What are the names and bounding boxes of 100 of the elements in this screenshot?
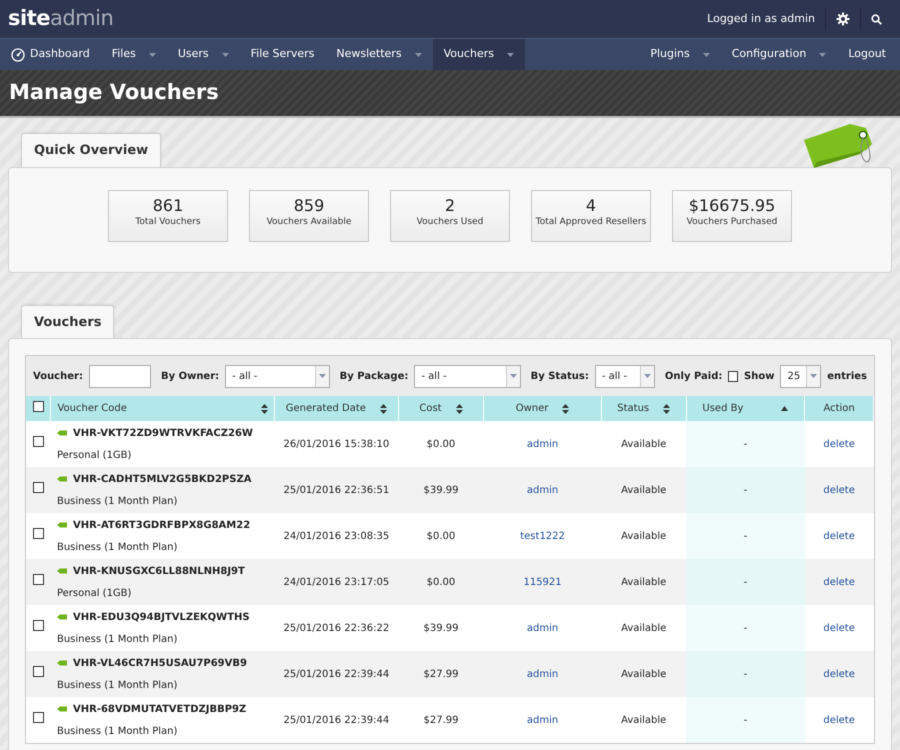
used-by: - bbox=[744, 484, 748, 496]
cost: $27.99 bbox=[423, 714, 458, 726]
stat-value: 4 bbox=[584, 196, 598, 216]
tag-icon bbox=[56, 476, 68, 482]
nav-item[interactable]: Users bbox=[166, 39, 240, 70]
owner-link[interactable]: admin bbox=[526, 714, 558, 726]
package-name: Personal (1GB) bbox=[56, 586, 132, 600]
package-name: Business (1 Month Plan) bbox=[56, 724, 178, 738]
status: Available bbox=[621, 484, 666, 496]
delete-link[interactable]: delete bbox=[823, 714, 855, 726]
paid-checkbox[interactable] bbox=[728, 370, 738, 382]
caret-icon bbox=[810, 374, 818, 378]
delete-link[interactable]: delete bbox=[823, 668, 855, 680]
logo[interactable]: siteadmin bbox=[8, 3, 114, 35]
owner-link[interactable]: admin bbox=[526, 438, 558, 450]
filter-label: By Status: bbox=[530, 370, 589, 384]
used-by: - bbox=[744, 530, 748, 542]
stat-value: 859 bbox=[292, 196, 326, 216]
delete-link[interactable]: delete bbox=[823, 484, 855, 496]
voucher-code: VHR-EDU3Q94BJTVLZEKQWTHS bbox=[72, 610, 250, 624]
voucher-code: VHR-VKT72ZD9WTRVKFACZ26W bbox=[72, 426, 253, 440]
owner-link[interactable]: test1222 bbox=[520, 530, 565, 542]
column-header[interactable]: Cost bbox=[419, 401, 442, 416]
status-select[interactable]: - all - bbox=[594, 364, 655, 388]
status: Available bbox=[621, 714, 666, 726]
status: Available bbox=[621, 668, 666, 680]
row-checkbox[interactable] bbox=[32, 436, 44, 447]
stat-label: Total Vouchers bbox=[134, 216, 202, 228]
package-select[interactable]: - all - bbox=[414, 364, 521, 388]
cost: $0.00 bbox=[426, 438, 456, 450]
tag-icon bbox=[56, 660, 68, 666]
row-checkbox[interactable] bbox=[32, 666, 44, 677]
cost: $0.00 bbox=[426, 576, 456, 588]
row-checkbox[interactable] bbox=[32, 482, 44, 493]
filter-label: Only Paid: bbox=[664, 370, 722, 384]
cost: $0.00 bbox=[426, 530, 456, 542]
nav-item[interactable]: Newsletters bbox=[325, 39, 433, 70]
entries-select[interactable]: 25 bbox=[780, 364, 822, 388]
used-by: - bbox=[744, 668, 748, 680]
page-title: Manage Vouchers bbox=[9, 80, 219, 106]
sort-icon[interactable] bbox=[380, 404, 387, 414]
delete-link[interactable]: delete bbox=[823, 576, 855, 588]
sort-icon[interactable] bbox=[663, 404, 670, 414]
sort-icon[interactable] bbox=[562, 404, 570, 414]
package-name: Business (1 Month Plan) bbox=[56, 494, 178, 508]
tag-icon bbox=[56, 430, 68, 436]
voucher-code: VHR-68VDMUTATVETDZJBBP9Z bbox=[72, 702, 246, 716]
row-checkbox[interactable] bbox=[32, 712, 44, 723]
nav-item[interactable]: Dashboard bbox=[0, 39, 101, 70]
stat-value: 861 bbox=[152, 196, 184, 216]
generated-date: 24/01/2016 23:08:35 bbox=[283, 530, 390, 542]
used-by: - bbox=[744, 622, 748, 634]
stat-value: $16675.95 bbox=[688, 196, 776, 216]
select-all-checkbox[interactable] bbox=[32, 400, 44, 412]
voucher-code: VHR-CADHT5MLV2G5BKD2PSZA bbox=[72, 472, 252, 486]
sort-icon[interactable] bbox=[456, 404, 463, 414]
filter-label: entries bbox=[827, 370, 867, 384]
used-by: - bbox=[744, 438, 748, 450]
owner-link[interactable]: admin bbox=[526, 484, 558, 496]
cost: $27.99 bbox=[423, 668, 458, 680]
gauge-icon bbox=[11, 48, 25, 62]
tag-icon bbox=[56, 568, 68, 574]
voucher-field[interactable] bbox=[88, 364, 151, 388]
generated-date: 26/01/2016 15:38:10 bbox=[283, 438, 390, 450]
nav-item[interactable]: Plugins bbox=[639, 39, 721, 70]
stat-label: Vouchers Available bbox=[266, 216, 352, 228]
nav-item[interactable]: Logout bbox=[837, 39, 900, 70]
filter-label: By Owner: bbox=[160, 370, 220, 384]
owner-link[interactable]: admin bbox=[526, 668, 558, 680]
caret-icon bbox=[318, 374, 326, 378]
stat-label: Total Approved Resellers bbox=[534, 216, 648, 228]
sort-icon[interactable] bbox=[261, 404, 268, 414]
nav-item[interactable]: Vouchers bbox=[432, 39, 525, 70]
column-header[interactable]: Owner bbox=[516, 401, 548, 416]
stat-value: 2 bbox=[444, 196, 456, 216]
settings-icon[interactable] bbox=[836, 12, 850, 26]
voucher-code: VHR-KNUSGXC6LL88NLNH8J9T bbox=[72, 564, 245, 578]
delete-link[interactable]: delete bbox=[823, 622, 855, 634]
caret-icon bbox=[644, 374, 651, 378]
owner-link[interactable]: admin bbox=[526, 622, 558, 634]
status: Available bbox=[621, 530, 666, 542]
row-checkbox[interactable] bbox=[32, 528, 44, 539]
owner-link[interactable]: 115921 bbox=[523, 576, 562, 588]
package-name: Business (1 Month Plan) bbox=[56, 632, 178, 646]
cost: $39.99 bbox=[423, 622, 458, 634]
nav-item[interactable]: File Servers bbox=[240, 39, 326, 70]
nav-item[interactable]: Configuration bbox=[720, 39, 838, 70]
package-name: Personal (1GB) bbox=[56, 448, 132, 462]
tag-icon bbox=[56, 522, 68, 528]
nav-item[interactable]: Files bbox=[100, 39, 167, 70]
sort-ascending-icon[interactable] bbox=[781, 406, 788, 411]
delete-link[interactable]: delete bbox=[823, 530, 855, 542]
delete-link[interactable]: delete bbox=[823, 438, 855, 450]
stat-label: Vouchers Purchased bbox=[686, 216, 778, 228]
row-checkbox[interactable] bbox=[32, 574, 44, 585]
owner-select[interactable]: - all - bbox=[225, 364, 330, 388]
row-checkbox[interactable] bbox=[32, 620, 44, 631]
column-header[interactable]: Voucher Code bbox=[57, 401, 127, 416]
search-icon[interactable] bbox=[871, 14, 882, 24]
generated-date: 25/01/2016 22:36:22 bbox=[283, 622, 390, 634]
